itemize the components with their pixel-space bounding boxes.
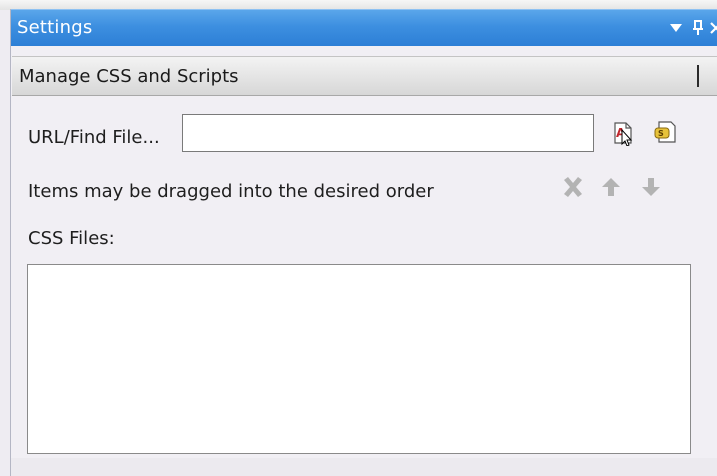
move-down-icon[interactable] (636, 172, 666, 202)
url-find-file-input[interactable] (182, 114, 594, 152)
drag-order-hint: Items may be dragged into the desired or… (28, 181, 434, 202)
panel-bottom-strip (11, 458, 717, 476)
css-files-list[interactable] (27, 264, 691, 454)
delete-icon[interactable] (558, 172, 588, 202)
section-header-label: Manage CSS and Scripts (19, 66, 239, 87)
close-icon[interactable] (703, 15, 717, 41)
panel-titlebar: Settings (11, 9, 717, 46)
splitter-grip[interactable] (697, 65, 699, 87)
add-script-file-icon[interactable]: S (651, 118, 681, 148)
css-files-label: CSS Files: (28, 228, 115, 249)
add-css-file-icon[interactable]: A (608, 118, 638, 148)
section-header-manage-css[interactable]: Manage CSS and Scripts (12, 56, 717, 96)
move-up-icon[interactable] (596, 172, 626, 202)
url-find-file-label: URL/Find File... (28, 127, 160, 148)
panel-title: Settings (17, 17, 93, 38)
svg-text:S: S (658, 129, 664, 138)
